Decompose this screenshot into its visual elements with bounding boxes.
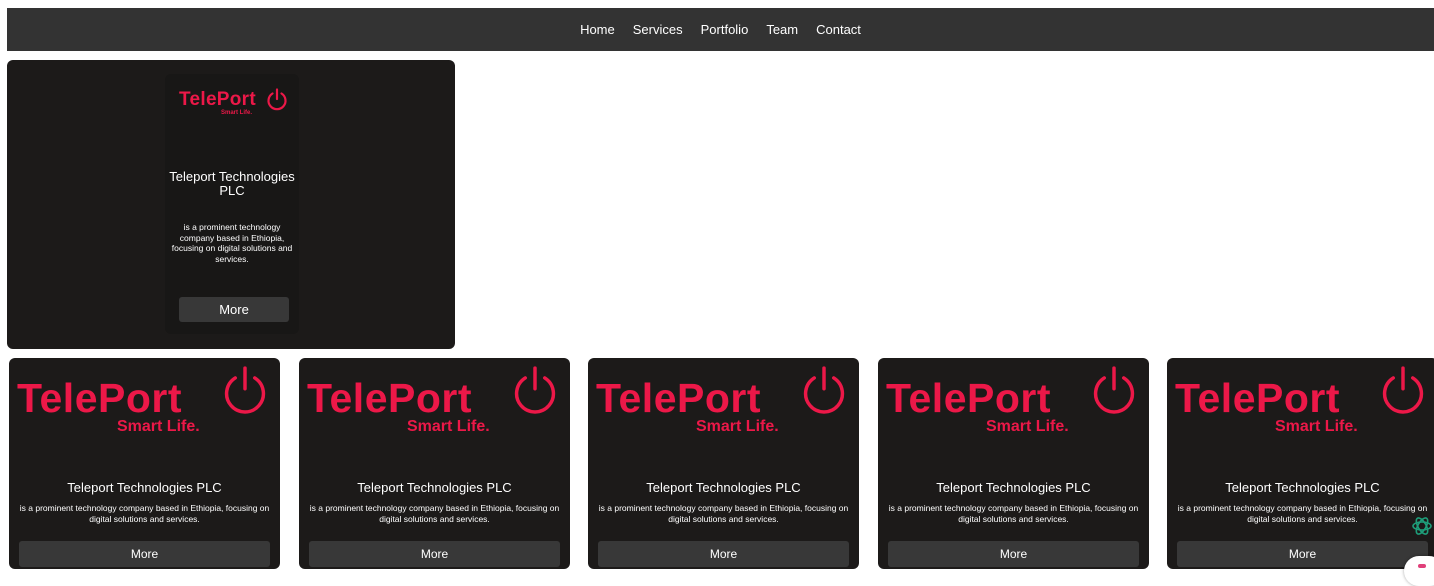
company-card-2: TelePort Smart Life. Teleport Technologi… xyxy=(299,358,570,569)
logo-tagline: Smart Life. xyxy=(407,418,490,435)
featured-card: TelePort Smart Life. Teleport Technologi… xyxy=(165,74,299,334)
teleport-logo: TelePort Smart Life. xyxy=(307,366,567,436)
featured-panel: TelePort Smart Life. Teleport Technologi… xyxy=(7,60,455,349)
nav-contact-link[interactable]: Contact xyxy=(816,22,861,37)
card-more-button[interactable]: More xyxy=(888,541,1139,567)
card-more-button[interactable]: More xyxy=(309,541,560,567)
power-icon xyxy=(1382,366,1424,414)
top-navbar: Home Services Portfolio Team Contact xyxy=(7,8,1434,51)
teleport-logo: TelePort Smart Life. xyxy=(1175,366,1434,436)
card-title: Teleport Technologies PLC xyxy=(357,480,512,495)
company-card-5: TelePort Smart Life. Teleport Technologi… xyxy=(1167,358,1434,569)
logo-tagline: Smart Life. xyxy=(117,418,200,435)
logo-tagline: Smart Life. xyxy=(986,418,1069,435)
logo-wordmark: TelePort xyxy=(886,375,1051,421)
teleport-logo: TelePort Smart Life. xyxy=(179,88,291,120)
featured-title: Teleport Technologies PLC xyxy=(169,169,295,198)
power-icon xyxy=(267,88,287,111)
ai-assistant-icon[interactable] xyxy=(1410,513,1434,539)
badge-dot xyxy=(1418,564,1426,568)
card-description: is a prominent technology company based … xyxy=(309,503,560,524)
logo-wordmark: TelePort xyxy=(179,89,257,110)
nav-team-link[interactable]: Team xyxy=(766,22,798,37)
logo-tagline: Smart Life. xyxy=(696,418,779,435)
teleport-logo: TelePort Smart Life. xyxy=(17,366,277,436)
card-description: is a prominent technology company based … xyxy=(598,503,849,524)
power-icon xyxy=(514,366,556,414)
card-title: Teleport Technologies PLC xyxy=(646,480,801,495)
logo-wordmark: TelePort xyxy=(1175,375,1340,421)
logo-tagline: Smart Life. xyxy=(221,110,253,116)
nav-portfolio-link[interactable]: Portfolio xyxy=(701,22,749,37)
company-card-3: TelePort Smart Life. Teleport Technologi… xyxy=(588,358,859,569)
company-card-1: TelePort Smart Life. Teleport Technologi… xyxy=(9,358,280,569)
logo-tagline: Smart Life. xyxy=(1275,418,1358,435)
card-title: Teleport Technologies PLC xyxy=(1225,480,1380,495)
teleport-logo: TelePort Smart Life. xyxy=(886,366,1146,436)
logo-wordmark: TelePort xyxy=(596,375,761,421)
chat-badge-icon[interactable] xyxy=(1404,556,1434,586)
card-title: Teleport Technologies PLC xyxy=(936,480,1091,495)
power-icon xyxy=(803,366,845,414)
card-description: is a prominent technology company based … xyxy=(19,503,270,524)
card-description: is a prominent technology company based … xyxy=(888,503,1139,524)
card-more-button[interactable]: More xyxy=(1177,541,1428,567)
card-description: is a prominent technology company based … xyxy=(1177,503,1428,524)
featured-more-button[interactable]: More xyxy=(179,297,289,322)
nav-services-link[interactable]: Services xyxy=(633,22,683,37)
featured-description: is a prominent technology company based … xyxy=(171,222,293,264)
power-icon xyxy=(1093,366,1135,414)
power-icon xyxy=(224,366,266,414)
logo-wordmark: TelePort xyxy=(307,375,472,421)
card-more-button[interactable]: More xyxy=(19,541,270,567)
company-card-4: TelePort Smart Life. Teleport Technologi… xyxy=(878,358,1149,569)
card-title: Teleport Technologies PLC xyxy=(67,480,222,495)
nav-home-link[interactable]: Home xyxy=(580,22,615,37)
card-more-button[interactable]: More xyxy=(598,541,849,567)
teleport-logo: TelePort Smart Life. xyxy=(596,366,856,436)
logo-wordmark: TelePort xyxy=(17,375,182,421)
